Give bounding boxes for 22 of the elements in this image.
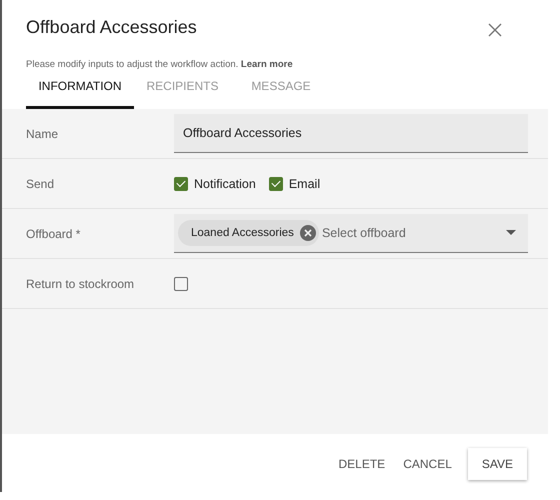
text-button[interactable]: CANCEL xyxy=(395,448,460,480)
checkbox-label: Notification xyxy=(194,176,256,190)
instruction-text: Please modify inputs to adjust the workflow action. Learn more xyxy=(26,59,294,70)
checkbox[interactable] xyxy=(174,176,188,190)
dialog-title: Offboard Accessories xyxy=(26,17,197,38)
field-label: Send xyxy=(26,176,56,190)
checkbox[interactable] xyxy=(268,176,283,190)
chip-label: Loaned Accessories xyxy=(191,227,294,239)
offboard-select[interactable]: Loaned Accessories Select offboard xyxy=(174,214,528,253)
name-field[interactable]: Offboard Accessories xyxy=(174,114,528,153)
placeholder-text: Select offboard xyxy=(322,226,407,240)
close-icon[interactable] xyxy=(488,23,502,37)
field-label: Offboard * xyxy=(26,226,82,240)
remove-icon[interactable] xyxy=(300,225,316,241)
text-button[interactable]: DELETE xyxy=(330,448,394,480)
field-label: Name xyxy=(26,126,60,140)
dropdown-icon[interactable] xyxy=(506,230,516,236)
checkbox[interactable] xyxy=(174,276,188,290)
primary-button[interactable]: SAVE xyxy=(468,448,527,480)
learn-more-link[interactable]: Learn more xyxy=(240,59,293,70)
checkbox-label: Email xyxy=(288,176,320,190)
field-label: Return to stockroom xyxy=(26,276,136,290)
